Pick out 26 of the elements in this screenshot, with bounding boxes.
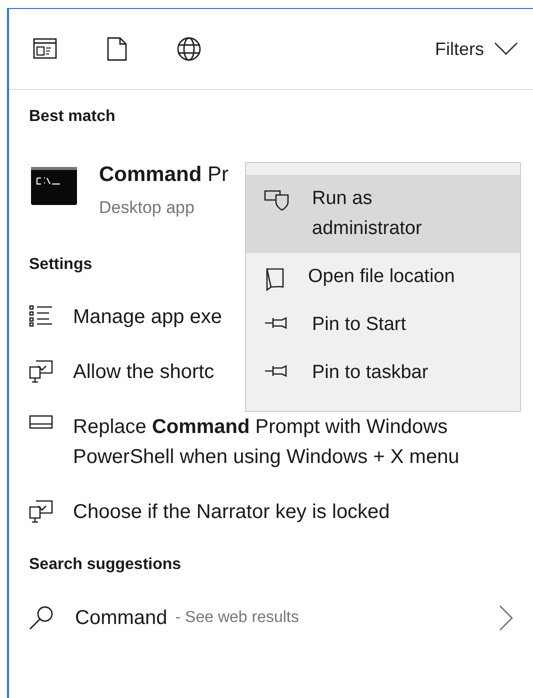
settings-item[interactable]: Replace Command Prompt with Windows PowerShell when using Windows + X menu: [73, 412, 518, 472]
search-icon: [29, 605, 55, 631]
section-heading: Best match: [29, 107, 116, 126]
menu-item[interactable]: Pin to taskbar: [246, 349, 520, 397]
settings-item[interactable]: Choose if the Narrator key is locked: [73, 497, 518, 527]
monitor-icon: [29, 360, 53, 384]
app-subtitle: Desktop app: [99, 198, 196, 218]
search-suggestion[interactable]: Command: [75, 603, 168, 633]
monitor-icon: [29, 500, 53, 524]
terminal-icon: [31, 167, 77, 205]
filters-button[interactable]: Filters: [435, 38, 518, 60]
web-results-hint: - See web results: [175, 609, 299, 627]
shield-icon: [264, 190, 290, 212]
chevron-down-icon: [494, 42, 518, 56]
app-title[interactable]: Command Pr: [99, 160, 229, 190]
menu-item[interactable]: Run as administrator: [246, 175, 520, 253]
globe-icon[interactable]: [177, 37, 201, 61]
section-heading: Settings: [29, 255, 92, 274]
section-heading: Search suggestions: [29, 555, 182, 574]
menu-item[interactable]: Pin to Start: [246, 301, 520, 349]
menu-item[interactable]: Open file location: [246, 253, 520, 301]
list-icon: [29, 305, 53, 327]
document-icon[interactable]: [107, 37, 127, 61]
chevron-right-icon[interactable]: [499, 605, 513, 631]
keyboard-icon: [29, 415, 53, 429]
app-window-icon[interactable]: [33, 38, 57, 60]
